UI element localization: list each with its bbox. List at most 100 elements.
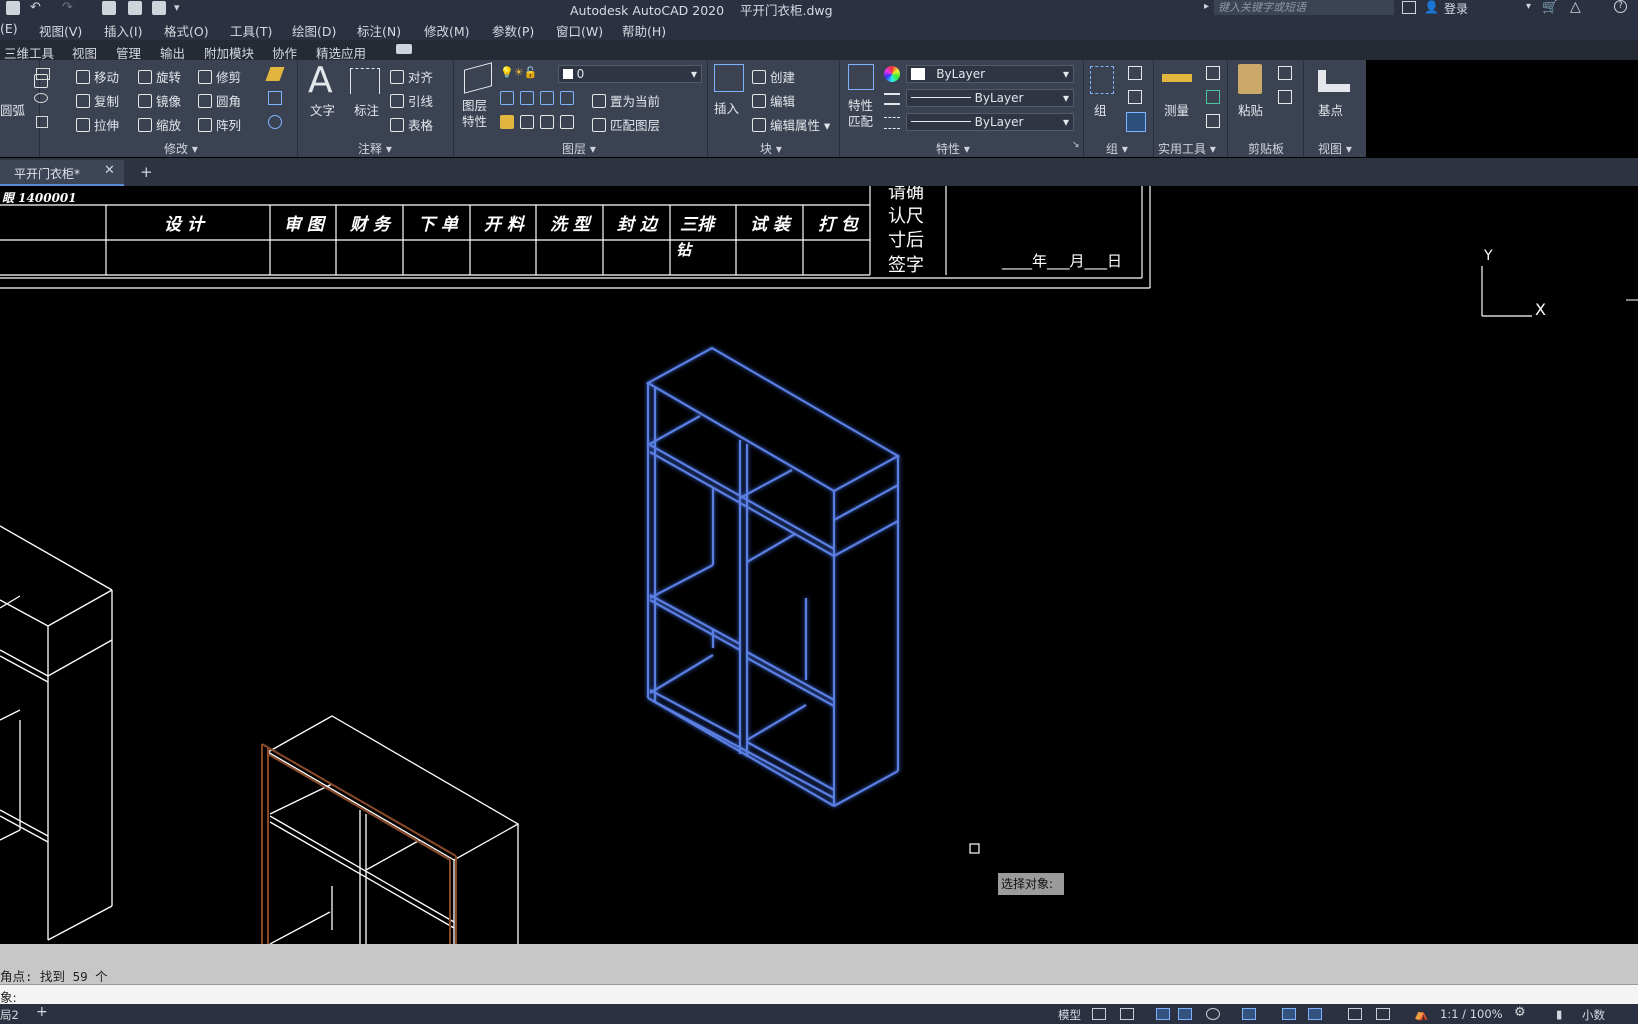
calculator-icon[interactable] — [1206, 114, 1220, 128]
selection-cycling-icon[interactable] — [1308, 1008, 1322, 1020]
select-all-icon[interactable] — [1206, 90, 1220, 104]
edit-attributes-button[interactable]: 编辑属性 ▾ — [752, 115, 830, 134]
units-decimal[interactable]: 小数 — [1582, 1007, 1605, 1023]
align-button[interactable]: 对齐 — [390, 67, 433, 86]
menu-dimension[interactable]: 标注(N) — [357, 21, 401, 40]
edit-block-button[interactable]: 编辑 — [752, 91, 795, 110]
layer-properties-icon[interactable] — [464, 62, 492, 94]
text-icon[interactable]: A — [308, 60, 333, 101]
paste-button-label[interactable]: 粘贴 — [1238, 100, 1263, 119]
move-button[interactable]: 移动 — [76, 67, 119, 86]
group-selection-icon[interactable] — [1126, 112, 1146, 132]
close-icon[interactable]: ✕ — [104, 163, 115, 178]
model-space-toggle[interactable]: 模型 — [1058, 1007, 1081, 1023]
menu-parametric[interactable]: 参数(P) — [492, 21, 534, 40]
panel-title-utilities[interactable]: 实用工具 ▾ — [1158, 140, 1216, 157]
arc-button[interactable]: 圆弧 — [0, 100, 25, 119]
base-view-icon[interactable] — [1318, 70, 1350, 92]
search-input[interactable]: 键入关键字或短语 — [1214, 0, 1394, 15]
color-wheel-icon[interactable] — [884, 66, 900, 82]
group-button-label[interactable]: 组 — [1094, 100, 1107, 119]
publish-icon[interactable] — [102, 1, 116, 15]
menu-edit[interactable]: (E) — [0, 21, 18, 36]
ortho-icon[interactable] — [1156, 1008, 1170, 1020]
drawing-svg[interactable]: 眼 1400001 设 计 审 图 财 务 下 单 开 料 洗 型 封 边 三排… — [0, 186, 1638, 944]
create-block-button[interactable]: 创建 — [752, 67, 795, 86]
panel-title-view[interactable]: 视图 ▾ — [1318, 140, 1352, 157]
array-button[interactable]: 阵列 — [198, 115, 241, 134]
units-icon[interactable]: ▮ — [1556, 1007, 1562, 1021]
ribbon-options-icon[interactable] — [396, 44, 412, 54]
command-line[interactable]: 象: — [0, 984, 1638, 1005]
linetype-dropdown[interactable]: ByLayer ▾ — [906, 113, 1074, 131]
table-button[interactable]: 表格 — [390, 115, 433, 134]
match-properties-button[interactable]: 特性 匹配 — [848, 98, 873, 130]
login-dropdown-icon[interactable]: ▾ — [1526, 1, 1531, 12]
menu-help[interactable]: 帮助(H) — [622, 21, 666, 40]
people-icon[interactable] — [1402, 1, 1416, 14]
isodraft-icon[interactable] — [1206, 1008, 1220, 1020]
search-arrow-icon[interactable]: ▸ — [1204, 1, 1209, 12]
measure-icon[interactable] — [1162, 74, 1192, 82]
snap-icon[interactable] — [1120, 1008, 1134, 1020]
menu-tools[interactable]: 工具(T) — [230, 21, 272, 40]
drawing-area[interactable]: 眼 1400001 设 计 审 图 财 务 下 单 开 料 洗 型 封 边 三排… — [0, 186, 1638, 944]
object-snap-icon[interactable] — [1282, 1008, 1296, 1020]
ungroup-icon[interactable] — [1128, 66, 1142, 80]
menu-view[interactable]: 视图(V) — [39, 21, 82, 40]
cart-icon[interactable]: 🛒 — [1542, 0, 1558, 15]
insert-block-icon[interactable] — [714, 64, 744, 92]
panel-title-block[interactable]: 块 ▾ — [760, 140, 782, 157]
dimension-icon[interactable] — [350, 68, 380, 94]
layout-tab-partial[interactable]: 局2 — [0, 1007, 19, 1023]
login-link[interactable]: 登录 — [1444, 0, 1468, 17]
undo-icon[interactable]: ↶ — [30, 1, 44, 15]
object-snap-tracking-icon[interactable] — [1242, 1008, 1256, 1020]
quick-select-icon[interactable] — [1206, 66, 1220, 80]
group-edit-icon[interactable] — [1128, 90, 1142, 104]
new-tab-icon[interactable]: + — [140, 163, 153, 181]
rectangle-icon[interactable] — [36, 68, 50, 80]
plot-icon[interactable] — [128, 1, 142, 15]
paste-icon[interactable] — [1238, 64, 1262, 94]
transparency-icon[interactable] — [1376, 1008, 1390, 1020]
ellipse-icon[interactable] — [34, 93, 48, 103]
panel-title-annotation[interactable]: 注释 ▾ — [358, 140, 392, 157]
cut-icon[interactable] — [1278, 90, 1292, 104]
layer-tools-row1[interactable] — [500, 91, 586, 105]
set-current-button[interactable]: 置为当前 — [592, 91, 660, 110]
annotation-scale[interactable]: 1:1 / 100% — [1440, 1007, 1503, 1021]
panel-launcher-icon[interactable]: ↘ — [1072, 140, 1080, 150]
match-properties-icon[interactable] — [848, 64, 874, 90]
base-button-label[interactable]: 基点 — [1318, 100, 1343, 119]
linetype-icon[interactable] — [884, 117, 900, 129]
stretch-button[interactable]: 拉伸 — [76, 115, 119, 134]
autodesk-a360-icon[interactable]: △ — [1570, 0, 1581, 15]
erase-icon[interactable] — [265, 67, 285, 81]
layer-dropdown[interactable]: 0 ▾ — [558, 65, 702, 83]
layer-properties-button[interactable]: 图层 特性 — [462, 98, 487, 130]
group-icon[interactable] — [1090, 66, 1114, 94]
redo-icon[interactable]: ↷ — [62, 1, 76, 15]
menu-insert[interactable]: 插入(I) — [104, 21, 142, 40]
calculator-icon[interactable] — [152, 1, 166, 15]
annotation-scale-icon[interactable]: ⛺ — [1414, 1007, 1428, 1021]
panel-title-layers[interactable]: 图层 ▾ — [562, 140, 596, 157]
text-button-label[interactable]: 文字 — [310, 100, 335, 119]
document-tab[interactable]: 平开门衣柜* ✕ — [0, 160, 124, 186]
rotate-button[interactable]: 旋转 — [138, 67, 181, 86]
save-icon[interactable] — [6, 1, 20, 15]
polar-tracking-icon[interactable] — [1178, 1008, 1192, 1020]
qat-dropdown-icon[interactable]: ▾ — [174, 1, 180, 14]
color-dropdown[interactable]: ByLayer ▾ — [906, 65, 1074, 83]
user-icon[interactable]: 👤 — [1424, 0, 1439, 14]
menu-format[interactable]: 格式(O) — [164, 21, 209, 40]
scale-button[interactable]: 缩放 — [138, 115, 181, 134]
leader-button[interactable]: 引线 — [390, 91, 433, 110]
measure-button-label[interactable]: 测量 — [1164, 100, 1189, 119]
lineweight-display-icon[interactable] — [1348, 1008, 1362, 1020]
menu-modify[interactable]: 修改(M) — [424, 21, 470, 40]
dimension-button-label[interactable]: 标注 — [354, 100, 379, 119]
offset-icon[interactable] — [268, 91, 282, 105]
mirror-button[interactable]: 镜像 — [138, 91, 181, 110]
